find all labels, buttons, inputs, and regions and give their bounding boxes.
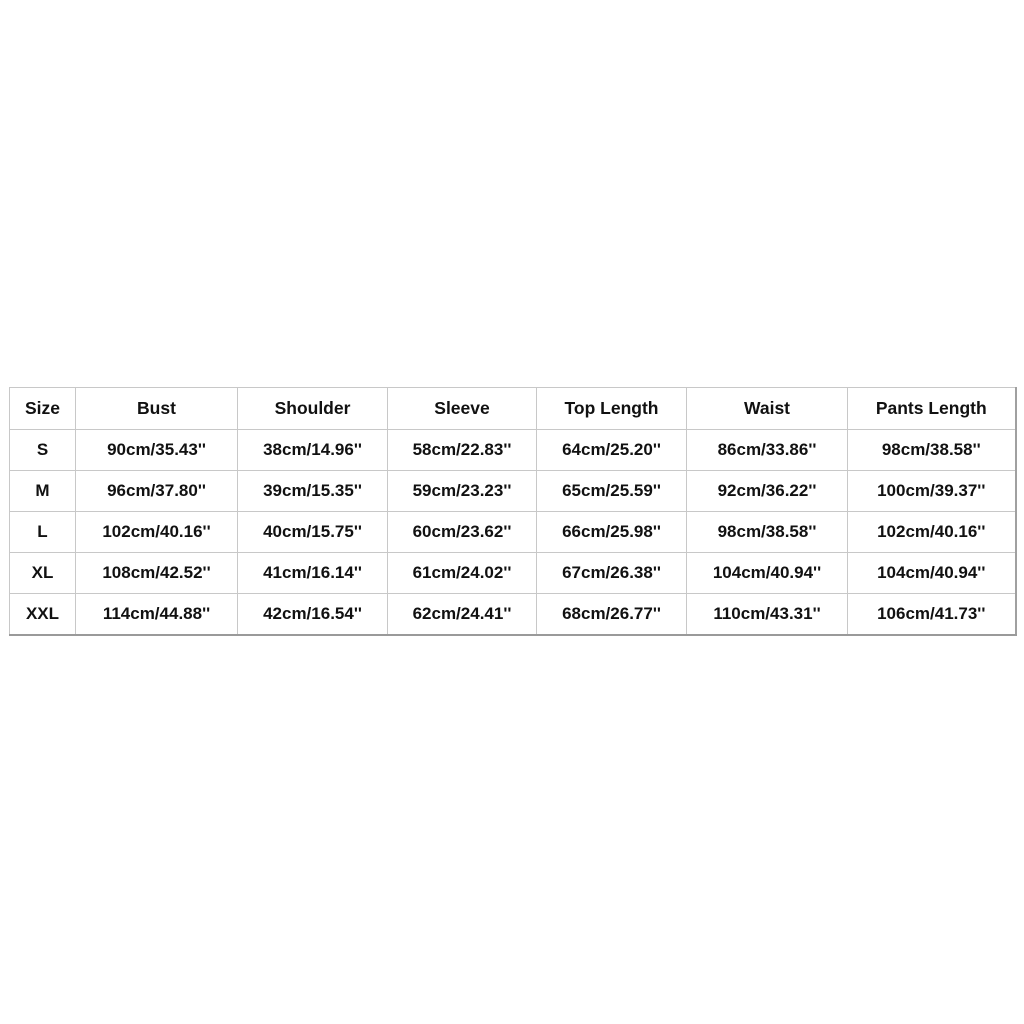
cell-waist: 98cm/38.58'': [686, 511, 848, 553]
cell-bust: 108cm/42.52'': [75, 552, 238, 594]
cell-sleeve: 59cm/23.23'': [387, 470, 537, 512]
header-size: Size: [9, 387, 76, 430]
cell-bust: 90cm/35.43'': [75, 429, 238, 471]
cell-top-length: 65cm/25.59'': [536, 470, 687, 512]
table-row: XXL 114cm/44.88'' 42cm/16.54'' 62cm/24.4…: [9, 593, 1016, 636]
cell-bust: 102cm/40.16'': [75, 511, 238, 553]
table-row: M 96cm/37.80'' 39cm/15.35'' 59cm/23.23''…: [9, 470, 1016, 512]
cell-waist: 110cm/43.31'': [686, 593, 848, 636]
cell-top-length: 66cm/25.98'': [536, 511, 687, 553]
cell-pants-length: 100cm/39.37'': [847, 470, 1016, 512]
header-shoulder: Shoulder: [237, 387, 388, 430]
cell-waist: 86cm/33.86'': [686, 429, 848, 471]
table-row: L 102cm/40.16'' 40cm/15.75'' 60cm/23.62'…: [9, 511, 1016, 553]
header-pants-length: Pants Length: [847, 387, 1016, 430]
cell-pants-length: 104cm/40.94'': [847, 552, 1016, 594]
header-top-length: Top Length: [536, 387, 687, 430]
cell-pants-length: 98cm/38.58'': [847, 429, 1016, 471]
cell-waist: 104cm/40.94'': [686, 552, 848, 594]
size-chart-table: Size Bust Shoulder Sleeve Top Length Wai…: [9, 387, 1017, 636]
cell-shoulder: 41cm/16.14'': [237, 552, 388, 594]
cell-top-length: 67cm/26.38'': [536, 552, 687, 594]
header-waist: Waist: [686, 387, 848, 430]
cell-top-length: 68cm/26.77'': [536, 593, 687, 636]
cell-size: XL: [9, 552, 76, 594]
cell-bust: 96cm/37.80'': [75, 470, 238, 512]
cell-top-length: 64cm/25.20'': [536, 429, 687, 471]
cell-size: L: [9, 511, 76, 553]
cell-shoulder: 42cm/16.54'': [237, 593, 388, 636]
table-header-row: Size Bust Shoulder Sleeve Top Length Wai…: [9, 387, 1016, 430]
table-row: XL 108cm/42.52'' 41cm/16.14'' 61cm/24.02…: [9, 552, 1016, 594]
cell-sleeve: 61cm/24.02'': [387, 552, 537, 594]
cell-shoulder: 40cm/15.75'': [237, 511, 388, 553]
cell-shoulder: 38cm/14.96'': [237, 429, 388, 471]
cell-sleeve: 58cm/22.83'': [387, 429, 537, 471]
cell-bust: 114cm/44.88'': [75, 593, 238, 636]
header-sleeve: Sleeve: [387, 387, 537, 430]
cell-size: M: [9, 470, 76, 512]
header-bust: Bust: [75, 387, 238, 430]
cell-pants-length: 106cm/41.73'': [847, 593, 1016, 636]
cell-size: XXL: [9, 593, 76, 636]
cell-sleeve: 60cm/23.62'': [387, 511, 537, 553]
cell-sleeve: 62cm/24.41'': [387, 593, 537, 636]
cell-shoulder: 39cm/15.35'': [237, 470, 388, 512]
cell-waist: 92cm/36.22'': [686, 470, 848, 512]
cell-pants-length: 102cm/40.16'': [847, 511, 1016, 553]
cell-size: S: [9, 429, 76, 471]
table-row: S 90cm/35.43'' 38cm/14.96'' 58cm/22.83''…: [9, 429, 1016, 471]
